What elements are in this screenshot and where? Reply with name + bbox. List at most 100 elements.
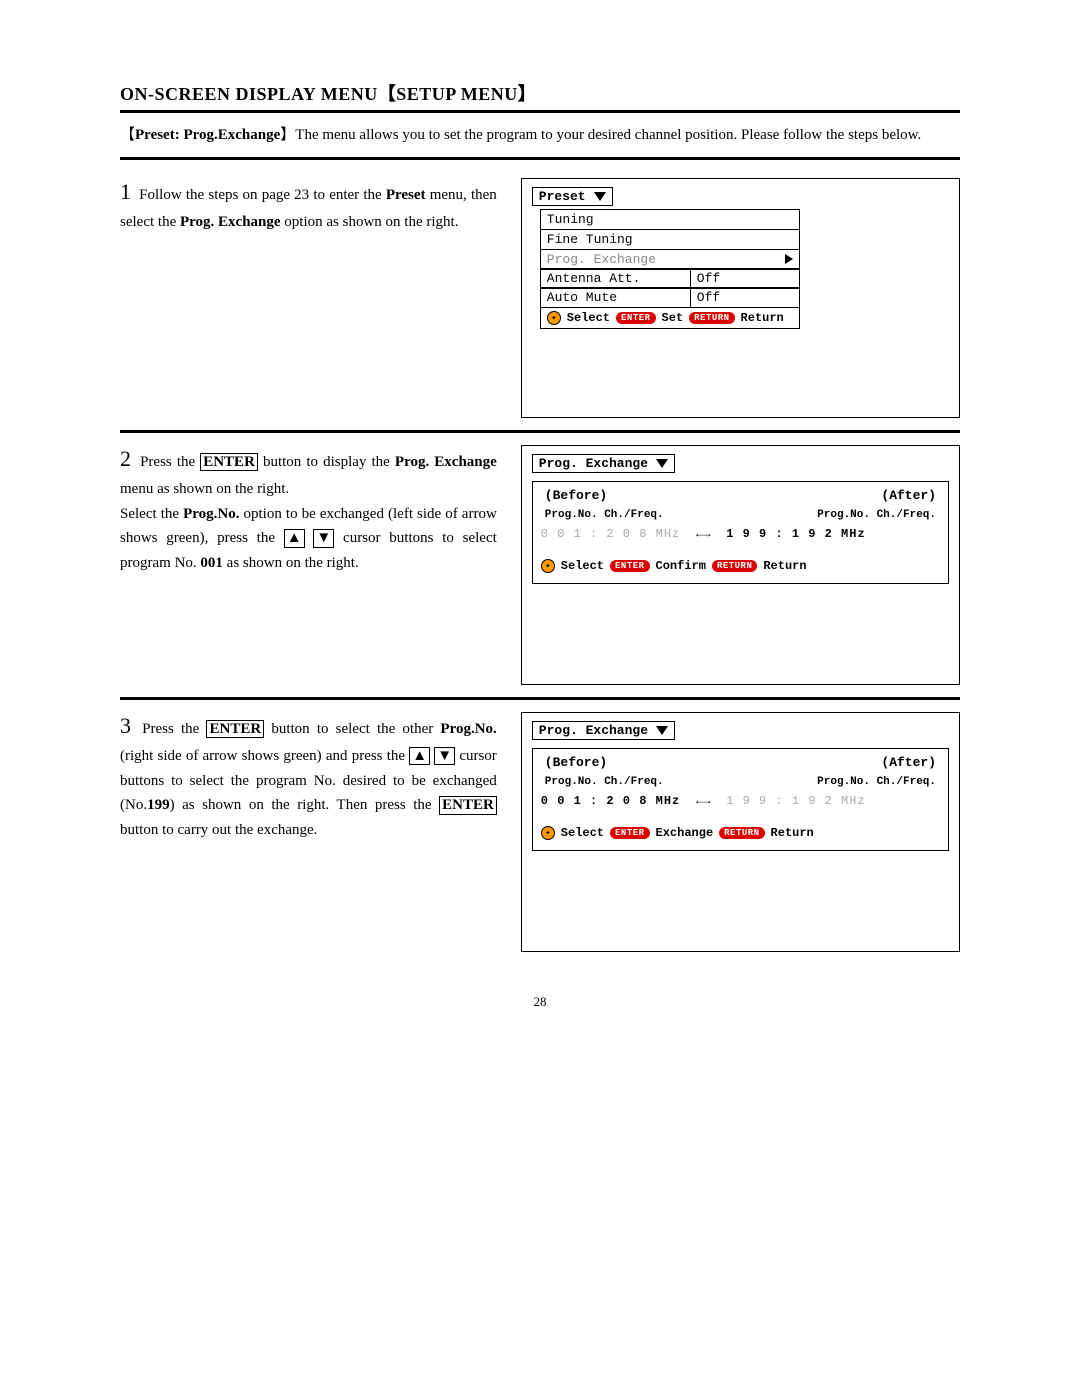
fig2-inner: (Before) (After) Prog.No. Ch./Freq. Prog… bbox=[532, 481, 949, 584]
chevron-down-icon bbox=[656, 459, 668, 468]
fig3-cols: Prog.No. Ch./Freq. Prog.No. Ch./Freq. bbox=[541, 776, 940, 788]
hint-return3: Return bbox=[771, 826, 814, 840]
enter-button-box: ENTER bbox=[439, 796, 497, 815]
menu-item-automute-label: Auto Mute bbox=[547, 290, 617, 305]
figure-3: Prog. Exchange (Before) (After) Prog.No.… bbox=[521, 712, 960, 952]
s3-t1: Press the bbox=[142, 721, 206, 737]
menu-item-automute-value: Off bbox=[690, 287, 800, 308]
s1-progex: Prog. Exchange bbox=[180, 214, 281, 230]
figure-2: Prog. Exchange (Before) (After) Prog.No.… bbox=[521, 445, 960, 685]
enter-key-icon: ENTER bbox=[610, 827, 650, 839]
up-button-box: ▲ bbox=[284, 529, 305, 548]
dpad-icon: ✦ bbox=[547, 311, 561, 325]
s2-t2: button to display the bbox=[258, 454, 395, 470]
hint-return: Return bbox=[741, 311, 784, 325]
return-key-icon: RETURN bbox=[719, 827, 764, 839]
chevron-down-icon bbox=[594, 192, 606, 201]
fig3-hints: ✦ Select ENTER Exchange RETURN Return bbox=[541, 826, 940, 840]
s2-t7: as shown on the right. bbox=[223, 555, 359, 571]
fig1-header-box: Preset bbox=[532, 187, 613, 206]
hint-select2: Select bbox=[561, 559, 604, 573]
menu-item-tuning: Tuning bbox=[540, 209, 800, 230]
s3-t3: (right side of arrow shows green) and pr… bbox=[120, 748, 409, 764]
menu-item-automute: Auto Mute Off bbox=[540, 288, 800, 308]
s1-c: option as shown on the right. bbox=[281, 214, 459, 230]
s2-t1: Press the bbox=[140, 454, 200, 470]
fig3-before: (Before) bbox=[545, 755, 607, 770]
fig3-inner: (Before) (After) Prog.No. Ch./Freq. Prog… bbox=[532, 748, 949, 851]
down-button-box: ▼ bbox=[313, 529, 334, 548]
menu-item-antenna-label: Antenna Att. bbox=[547, 271, 641, 286]
s1-a: Follow the steps on page 23 to enter the bbox=[139, 187, 386, 203]
fig3-before-after: (Before) (After) bbox=[541, 755, 940, 770]
enter-key-icon: ENTER bbox=[610, 560, 650, 572]
menu-item-prog-exchange: Prog. Exchange bbox=[540, 249, 800, 270]
chevron-down-icon bbox=[656, 726, 668, 735]
fig2-col-r: Prog.No. Ch./Freq. bbox=[817, 509, 936, 521]
fig3-header: Prog. Exchange bbox=[539, 723, 648, 738]
title-sub: SETUP MENU bbox=[396, 84, 518, 104]
fig2-left-val: 0 0 1 : 2 0 8 MHz bbox=[541, 527, 680, 541]
step-1-text: 1 Follow the steps on page 23 to enter t… bbox=[120, 174, 515, 418]
fig2-hints: ✦ Select ENTER Confirm RETURN Return bbox=[541, 559, 940, 573]
s3-progno: Prog.No. bbox=[440, 721, 496, 737]
down-button-box: ▼ bbox=[434, 747, 455, 766]
step-1-section: 1 Follow the steps on page 23 to enter t… bbox=[120, 166, 960, 433]
title-main: ON-SCREEN DISPLAY MENU bbox=[120, 84, 378, 104]
up-button-box: ▲ bbox=[409, 747, 430, 766]
return-key-icon: RETURN bbox=[712, 560, 757, 572]
dpad-icon: ✦ bbox=[541, 826, 555, 840]
intro-heading: Preset: Prog.Exchange bbox=[135, 127, 280, 143]
step-2-text: 2 Press the ENTER button to display the … bbox=[120, 441, 515, 685]
hint-select: Select bbox=[567, 311, 610, 325]
fig2-header: Prog. Exchange bbox=[539, 456, 648, 471]
intro-body: The menu allows you to set the program t… bbox=[295, 127, 921, 143]
intro-paragraph: 【Preset: Prog.Exchange】The menu allows y… bbox=[120, 123, 960, 160]
fig2-before: (Before) bbox=[545, 488, 607, 503]
s2-t4: Select the bbox=[120, 506, 183, 522]
fig2-right-val: 1 9 9 : 1 9 2 MHz bbox=[726, 527, 865, 541]
fig3-left-val: 0 0 1 : 2 0 8 MHz bbox=[541, 794, 680, 808]
step-num-3: 3 bbox=[120, 713, 131, 738]
hint-set: Set bbox=[662, 311, 684, 325]
fig2-after: (After) bbox=[881, 488, 936, 503]
return-key-icon: RETURN bbox=[689, 312, 734, 324]
fig3-header-box: Prog. Exchange bbox=[532, 721, 675, 740]
fig1-menu: Tuning Fine Tuning Prog. Exchange Antenn… bbox=[540, 209, 800, 329]
s2-001: 001 bbox=[200, 555, 223, 571]
step-2-section: 2 Press the ENTER button to display the … bbox=[120, 433, 960, 700]
s3-t2: button to select the other bbox=[264, 721, 440, 737]
fig2-data-line: 0 0 1 : 2 0 8 MHz ←→ 1 9 9 : 1 9 2 MHz bbox=[541, 527, 940, 541]
fig2-cols: Prog.No. Ch./Freq. Prog.No. Ch./Freq. bbox=[541, 509, 940, 521]
chevron-right-icon bbox=[785, 254, 793, 264]
fig1-hints: ✦ Select ENTER Set RETURN Return bbox=[540, 307, 800, 329]
dpad-icon: ✦ bbox=[541, 559, 555, 573]
menu-item-fine-tuning: Fine Tuning bbox=[540, 229, 800, 250]
s2-progex: Prog. Exchange bbox=[395, 454, 497, 470]
arrow-lr-icon: ←→ bbox=[688, 527, 718, 541]
enter-key-icon: ENTER bbox=[616, 312, 656, 324]
fig3-right-val: 1 9 9 : 1 9 2 MHz bbox=[726, 794, 865, 808]
step-num-2: 2 bbox=[120, 446, 131, 471]
s1-preset: Preset bbox=[386, 187, 426, 203]
hint-return2: Return bbox=[763, 559, 806, 573]
fig2-before-after: (Before) (After) bbox=[541, 488, 940, 503]
fig2-col-l: Prog.No. Ch./Freq. bbox=[545, 509, 664, 521]
hint-select3: Select bbox=[561, 826, 604, 840]
s3-199: 199 bbox=[147, 797, 170, 813]
fig2-header-box: Prog. Exchange bbox=[532, 454, 675, 473]
menu-item-antenna: Antenna Att. Off bbox=[540, 269, 800, 289]
enter-button-box: ENTER bbox=[200, 453, 258, 472]
menu-item-antenna-value: Off bbox=[690, 268, 800, 289]
s3-t6: button to carry out the exchange. bbox=[120, 822, 317, 838]
fig3-after: (After) bbox=[881, 755, 936, 770]
enter-button-box: ENTER bbox=[206, 720, 264, 739]
step-num-1: 1 bbox=[120, 179, 131, 204]
arrow-lr-icon: ←→ bbox=[688, 794, 718, 808]
s3-t5: ) as shown on the right. Then press the bbox=[170, 797, 440, 813]
menu-item-prog-exchange-label: Prog. Exchange bbox=[547, 252, 656, 267]
page-title: ON-SCREEN DISPLAY MENU【SETUP MENU】 bbox=[120, 80, 960, 113]
step-3-section: 3 Press the ENTER button to select the o… bbox=[120, 700, 960, 964]
fig3-col-r: Prog.No. Ch./Freq. bbox=[817, 776, 936, 788]
fig3-data-line: 0 0 1 : 2 0 8 MHz ←→ 1 9 9 : 1 9 2 MHz bbox=[541, 794, 940, 808]
